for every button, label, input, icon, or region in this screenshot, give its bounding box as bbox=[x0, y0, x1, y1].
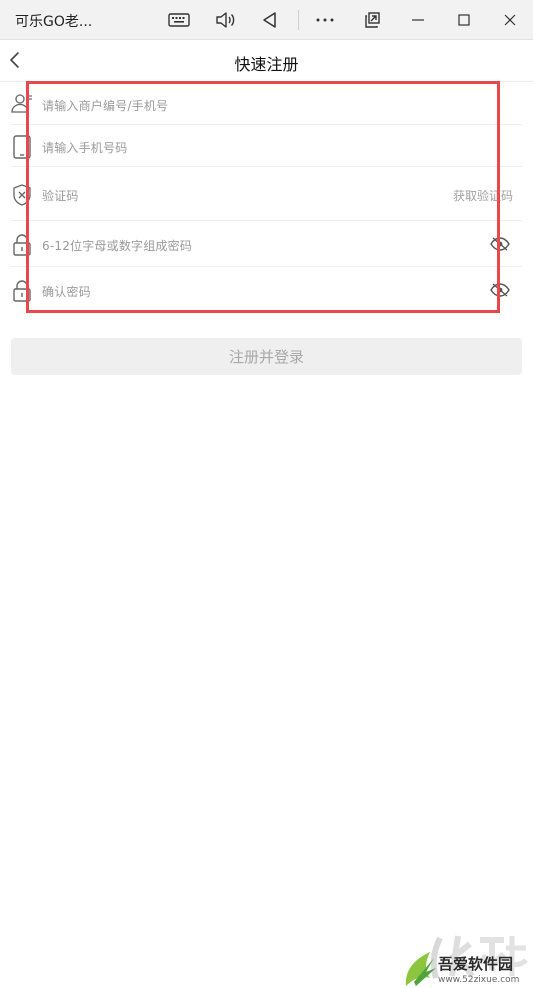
lock-icon bbox=[13, 280, 31, 302]
popout-icon[interactable] bbox=[360, 8, 384, 32]
confirm-placeholder: 确认密码 bbox=[42, 285, 91, 299]
minimize-icon[interactable] bbox=[406, 8, 430, 32]
lock-icon bbox=[13, 234, 31, 256]
watermark-text: 吾爱软件园 bbox=[438, 955, 514, 973]
code-field[interactable]: 验证码 获取验证码 bbox=[10, 167, 522, 221]
user-icon bbox=[11, 94, 32, 113]
volume-icon[interactable] bbox=[213, 8, 237, 32]
eye-icon[interactable] bbox=[490, 237, 510, 251]
password-placeholder: 6-12位字母或数字组成密码 bbox=[42, 239, 193, 253]
register-form: 请输入商户编号/手机号 请输入手机号码 验证码 获取验证码 6-12位字母或数字… bbox=[10, 82, 522, 313]
account-field[interactable]: 请输入商户编号/手机号 bbox=[10, 82, 522, 125]
register-login-button[interactable]: 注册并登录 bbox=[11, 338, 522, 375]
get-code-button[interactable]: 获取验证码 bbox=[453, 187, 513, 204]
window-titlebar: 可乐GO老... bbox=[0, 0, 533, 40]
maximize-icon[interactable] bbox=[452, 8, 476, 32]
watermark-url: www.52zixue.com bbox=[438, 975, 520, 985]
titlebar-separator bbox=[298, 10, 299, 30]
back-triangle-icon[interactable] bbox=[258, 8, 282, 32]
shield-x-icon bbox=[13, 184, 31, 206]
password-field[interactable]: 6-12位字母或数字组成密码 bbox=[10, 221, 522, 267]
window-title: 可乐GO老... bbox=[15, 14, 93, 30]
code-placeholder: 验证码 bbox=[42, 189, 79, 203]
phone-icon bbox=[13, 135, 31, 159]
more-icon[interactable] bbox=[313, 8, 337, 32]
phone-field[interactable]: 请输入手机号码 bbox=[10, 125, 522, 167]
close-icon[interactable] bbox=[498, 8, 522, 32]
account-placeholder: 请输入商户编号/手机号 bbox=[42, 99, 169, 113]
eye-icon[interactable] bbox=[490, 283, 510, 297]
keyboard-icon[interactable] bbox=[167, 8, 191, 32]
confirm-password-field[interactable]: 确认密码 bbox=[10, 267, 522, 313]
page-title: 快速注册 bbox=[234, 55, 299, 74]
app-header: 快速注册 bbox=[0, 40, 533, 82]
phone-placeholder: 请输入手机号码 bbox=[42, 141, 128, 155]
